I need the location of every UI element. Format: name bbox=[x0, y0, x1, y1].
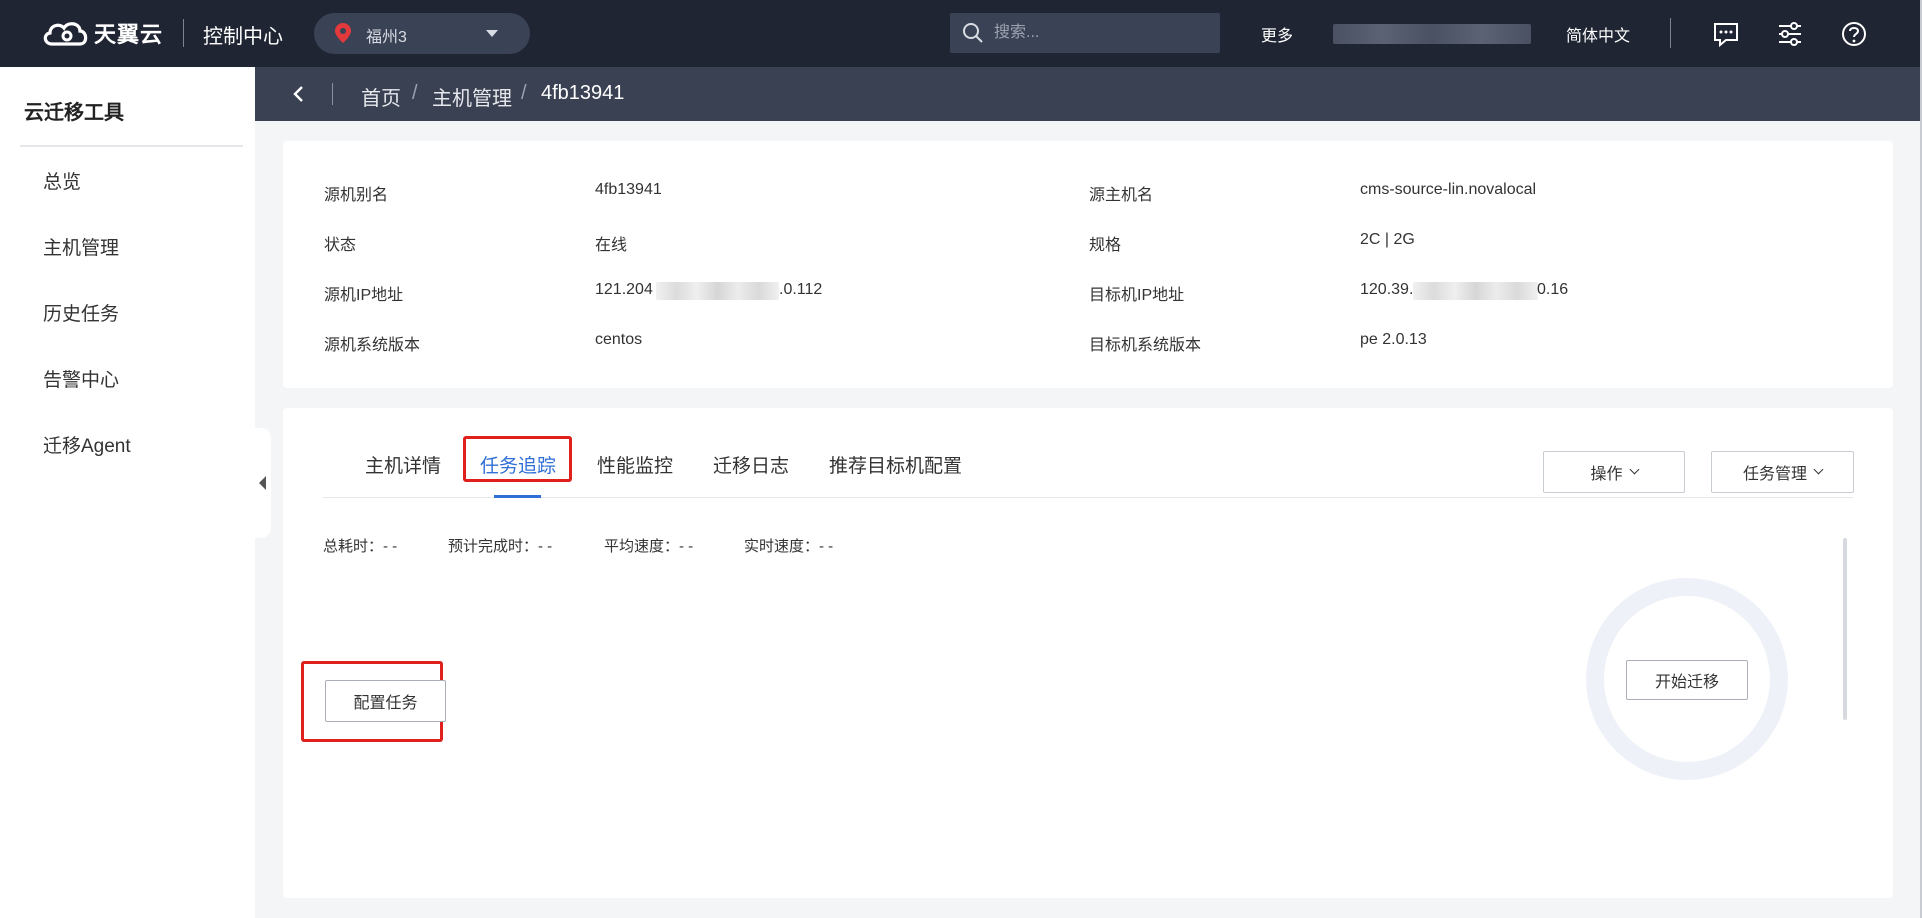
task-management-label: 任务管理 bbox=[1742, 466, 1807, 483]
search-input[interactable] bbox=[994, 18, 1209, 48]
account-name-redacted[interactable] bbox=[1333, 24, 1531, 44]
top-bar: 天翼云 控制中心 福州3 更多 简体中文 bbox=[0, 0, 1922, 67]
active-tab-indicator bbox=[494, 495, 541, 498]
sidebar-item-migration-agent[interactable]: 迁移Agent bbox=[43, 431, 131, 458]
start-migration-button[interactable]: 开始迁移 bbox=[1626, 660, 1748, 700]
source-ip-suffix: .0.112 bbox=[779, 281, 823, 298]
sidebar-item-host-management[interactable]: 主机管理 bbox=[43, 233, 119, 260]
stat-value: - - bbox=[383, 538, 398, 555]
divider bbox=[20, 145, 243, 147]
cloud-logo-icon bbox=[43, 22, 88, 46]
tab-host-details[interactable]: 主机详情 bbox=[365, 451, 441, 478]
search-icon bbox=[963, 23, 983, 43]
tab-performance-monitoring[interactable]: 性能监控 bbox=[597, 451, 673, 478]
chevron-down-icon bbox=[1813, 464, 1824, 475]
chevron-down-icon bbox=[1629, 464, 1639, 475]
redacted-ip bbox=[656, 282, 779, 300]
target-ip-prefix: 120.39. bbox=[1360, 281, 1414, 298]
sidebar-item-history-tasks[interactable]: 历史任务 bbox=[43, 299, 119, 326]
stat-label: 预计完成时： bbox=[448, 538, 539, 555]
info-label: 源机系统版本 bbox=[324, 337, 421, 354]
breadcrumb-bar: 首页 / 主机管理 / 4fb13941 bbox=[255, 67, 1920, 121]
configure-task-button[interactable]: 配置任务 bbox=[325, 680, 446, 722]
stat-value: - - bbox=[819, 538, 834, 555]
redacted-ip bbox=[1413, 282, 1538, 300]
stat-total-time: 总耗时：- - bbox=[323, 535, 397, 556]
operations-dropdown-button[interactable]: 操作 bbox=[1543, 451, 1685, 493]
tab-recommended-target-config[interactable]: 推荐目标机配置 bbox=[829, 451, 962, 478]
back-arrow-icon[interactable] bbox=[292, 84, 304, 104]
info-value: 2C | 2G bbox=[1360, 231, 1415, 248]
location-pin-icon bbox=[335, 23, 351, 43]
region-label: 福州3 bbox=[366, 29, 407, 46]
info-value: 在线 bbox=[595, 237, 628, 254]
sidebar-title: 云迁移工具 bbox=[24, 102, 124, 124]
info-label: 源机别名 bbox=[324, 187, 389, 204]
scrollbar[interactable] bbox=[1843, 538, 1847, 720]
stat-label: 实时速度： bbox=[744, 538, 820, 555]
language-selector[interactable]: 简体中文 bbox=[1566, 22, 1630, 46]
console-title[interactable]: 控制中心 bbox=[203, 20, 283, 49]
brand-logo[interactable]: 天翼云 bbox=[40, 14, 163, 52]
stat-label: 平均速度： bbox=[604, 538, 680, 555]
stat-label: 总耗时： bbox=[323, 538, 384, 555]
search-box bbox=[950, 13, 1220, 53]
help-icon[interactable] bbox=[1840, 20, 1868, 48]
stat-value: - - bbox=[679, 538, 694, 555]
breadcrumb-home[interactable]: 首页 bbox=[361, 82, 401, 111]
stat-realtime-speed: 实时速度：- - bbox=[744, 535, 833, 556]
info-label: 规格 bbox=[1089, 237, 1122, 254]
info-label: 源主机名 bbox=[1089, 187, 1154, 204]
settings-sliders-icon[interactable] bbox=[1776, 20, 1804, 48]
divider bbox=[1670, 18, 1671, 48]
task-tracking-card: 主机详情 任务追踪 性能监控 迁移日志 推荐目标机配置 操作 任务管理 总耗时：… bbox=[283, 408, 1893, 898]
task-management-dropdown-button[interactable]: 任务管理 bbox=[1711, 451, 1854, 493]
tabs-divider bbox=[323, 497, 1853, 498]
stat-value: - - bbox=[538, 538, 553, 555]
tab-task-tracking[interactable]: 任务追踪 bbox=[480, 451, 556, 478]
breadcrumb-current: 4fb13941 bbox=[541, 82, 625, 104]
breadcrumb-host-management[interactable]: 主机管理 bbox=[432, 82, 512, 111]
more-menu[interactable]: 更多 bbox=[1261, 22, 1293, 46]
info-label: 目标机IP地址 bbox=[1089, 287, 1185, 304]
operations-label: 操作 bbox=[1590, 466, 1623, 483]
sidebar-item-overview[interactable]: 总览 bbox=[43, 167, 81, 194]
caret-left-icon bbox=[259, 476, 266, 490]
sidebar: 云迁移工具 总览 主机管理 历史任务 告警中心 迁移Agent bbox=[0, 67, 255, 918]
tab-migration-log[interactable]: 迁移日志 bbox=[713, 451, 789, 478]
info-value: cms-source-lin.novalocal bbox=[1360, 181, 1537, 198]
sidebar-item-alarm-center[interactable]: 告警中心 bbox=[43, 365, 119, 392]
info-value: centos bbox=[595, 331, 643, 348]
info-label: 状态 bbox=[324, 237, 357, 254]
source-ip-prefix: 121.204 bbox=[595, 281, 653, 298]
brand-name: 天翼云 bbox=[94, 22, 164, 47]
sidebar-collapse-toggle[interactable] bbox=[255, 428, 271, 538]
breadcrumb-separator: / bbox=[412, 82, 418, 104]
stat-average-speed: 平均速度：- - bbox=[604, 535, 693, 556]
info-label: 源机IP地址 bbox=[324, 287, 404, 304]
region-selector[interactable]: 福州3 bbox=[314, 13, 530, 54]
info-value: pe 2.0.13 bbox=[1360, 331, 1427, 348]
target-ip-suffix: 0.16 bbox=[1537, 281, 1569, 298]
info-value: 4fb13941 bbox=[595, 181, 662, 198]
host-info-card: 源机别名 4fb13941 状态 在线 源机IP地址 121.204 .0.11… bbox=[283, 141, 1893, 388]
divider bbox=[332, 83, 333, 105]
chevron-down-icon bbox=[486, 30, 498, 37]
divider bbox=[183, 19, 184, 47]
breadcrumb-separator: / bbox=[521, 82, 527, 104]
stat-estimated-completion: 预计完成时：- - bbox=[448, 535, 552, 556]
message-icon[interactable] bbox=[1712, 20, 1740, 48]
info-label: 目标机系统版本 bbox=[1089, 337, 1202, 354]
